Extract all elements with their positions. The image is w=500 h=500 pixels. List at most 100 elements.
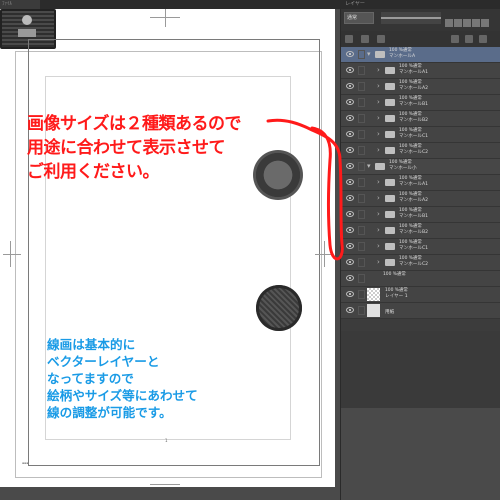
lock-toggle-icon[interactable] (358, 242, 365, 251)
layer-panel: 通常 ▾ 100 %通常 マンホールA › 100 %通常 マンホールA1 › 100 %通常… (341, 9, 500, 408)
chevron-right-icon[interactable]: › (377, 114, 380, 123)
eye-icon[interactable] (346, 67, 354, 73)
new-folder-icon[interactable] (361, 35, 369, 43)
layer-property-bar: 通常 (341, 9, 500, 31)
blend-mode-select[interactable]: 通常 (344, 12, 374, 24)
layer-row[interactable]: › 100 %通常 マンホールC2 (341, 255, 500, 271)
eye-icon[interactable] (346, 211, 354, 217)
reference-icon[interactable] (481, 19, 489, 27)
lock-toggle-icon[interactable] (358, 114, 365, 123)
eye-icon[interactable] (346, 227, 354, 233)
eye-icon[interactable] (346, 307, 354, 313)
paper[interactable]: 1 ▪▪▪ 画像サイズは２種類あるので 用途に合わせて表示させて ご利用ください… (0, 9, 335, 487)
layer-row[interactable]: › 100 %通常 マンホールA2 (341, 79, 500, 95)
lock-toggle-icon[interactable] (358, 66, 365, 75)
layer-row[interactable]: 用紙 (341, 303, 500, 319)
folder-icon (385, 195, 395, 202)
lock-toggle-icon[interactable] (358, 162, 365, 171)
eye-icon[interactable] (346, 179, 354, 185)
delete-layer-icon[interactable] (479, 35, 487, 43)
chevron-down-icon[interactable]: ▾ (367, 162, 371, 171)
chevron-right-icon[interactable]: › (377, 210, 380, 219)
eye-icon[interactable] (346, 243, 354, 249)
layer-row[interactable]: ▾ 100 %通常 マンホール小 (341, 159, 500, 175)
lock-toggle-icon[interactable] (358, 306, 365, 315)
size-note-line: ご利用ください。 (27, 162, 160, 182)
chevron-right-icon[interactable]: › (377, 98, 380, 107)
merge-layer-icon[interactable] (451, 35, 459, 43)
size-note-line: 画像サイズは２種類あるので (27, 114, 242, 134)
lock-toggle-icon[interactable] (358, 290, 365, 299)
layer-row[interactable]: ▾ 100 %通常 マンホールA (341, 47, 500, 63)
eye-icon[interactable] (346, 147, 354, 153)
layer-row[interactable]: › 100 %通常 マンホールC2 (341, 143, 500, 159)
lock-toggle-icon[interactable] (358, 194, 365, 203)
lock-toggle-icon[interactable] (358, 210, 365, 219)
chevron-right-icon[interactable]: › (377, 242, 380, 251)
chevron-right-icon[interactable]: › (377, 146, 380, 155)
layer-row[interactable]: › 100 %通常 マンホールC1 (341, 239, 500, 255)
opacity-slider[interactable] (381, 12, 441, 24)
layer-row[interactable]: 100 %通常 (341, 271, 500, 287)
lineart-note: 線画は基本的に ベクターレイヤーと なってますので 絵柄やサイズ等にあわせて 線… (47, 336, 198, 421)
eye-icon[interactable] (346, 51, 354, 57)
lineart-note-line: なってますので (47, 371, 134, 386)
lock-toggle-icon[interactable] (358, 82, 365, 91)
layer-name: マンホールA2 (399, 86, 429, 91)
folder-icon (385, 115, 395, 122)
lock-toggle-icon[interactable] (358, 178, 365, 187)
eye-icon[interactable] (346, 115, 354, 121)
eye-icon[interactable] (346, 275, 354, 281)
layer-row[interactable]: 100 %通常 レイヤー 1 (341, 287, 500, 303)
folder-icon (385, 227, 395, 234)
lock-toggle-icon[interactable] (358, 146, 365, 155)
layer-row[interactable]: › 100 %通常 マンホールB2 (341, 223, 500, 239)
layer-name: マンホールA1 (399, 182, 429, 187)
layer-row[interactable]: › 100 %通常 マンホールA2 (341, 191, 500, 207)
mask-icon[interactable] (445, 19, 453, 27)
eye-icon[interactable] (346, 163, 354, 169)
chevron-right-icon[interactable]: › (377, 130, 380, 139)
page-number: 1 (165, 438, 168, 443)
layer-name: マンホールC2 (399, 262, 429, 267)
menu-tab[interactable]: ﾌｧｲﾙ (0, 0, 40, 9)
layer-row[interactable]: › 100 %通常 マンホールB1 (341, 207, 500, 223)
eye-icon[interactable] (346, 259, 354, 265)
layer-row[interactable]: › 100 %通常 マンホールB2 (341, 111, 500, 127)
chevron-right-icon[interactable]: › (377, 194, 380, 203)
folder-icon (375, 51, 385, 58)
chevron-right-icon[interactable]: › (377, 226, 380, 235)
chevron-right-icon[interactable]: › (377, 82, 380, 91)
layer-row[interactable]: › 100 %通常 マンホールA1 (341, 63, 500, 79)
layer-row[interactable]: › 100 %通常 マンホールC1 (341, 127, 500, 143)
lock-toggle-icon[interactable] (358, 50, 365, 59)
chevron-right-icon[interactable]: › (377, 66, 380, 75)
ruler-icon[interactable] (454, 19, 462, 27)
canvas-area[interactable]: 1 ▪▪▪ 画像サイズは２種類あるので 用途に合わせて表示させて ご利用ください… (0, 9, 340, 500)
chevron-right-icon[interactable]: › (377, 178, 380, 187)
lock-toggle-icon[interactable] (358, 274, 365, 283)
lock-toggle-icon[interactable] (358, 130, 365, 139)
chevron-down-icon[interactable]: ▾ (367, 50, 371, 59)
copy-layer-icon[interactable] (465, 35, 473, 43)
eye-icon[interactable] (346, 291, 354, 297)
layer-row[interactable]: › 100 %通常 マンホールB1 (341, 95, 500, 111)
lock-toggle-icon[interactable] (358, 98, 365, 107)
eye-icon[interactable] (346, 195, 354, 201)
layer-row[interactable]: › 100 %通常 マンホールA1 (341, 175, 500, 191)
lock-toggle-icon[interactable] (358, 226, 365, 235)
below-panel-area (341, 408, 500, 500)
eye-icon[interactable] (346, 83, 354, 89)
lock-toggle-icon[interactable] (358, 258, 365, 267)
page-mark: ▪▪▪ (22, 461, 29, 465)
palette-icon[interactable] (463, 19, 471, 27)
folder-icon (385, 67, 395, 74)
lineart-note-line: 絵柄やサイズ等にあわせて (47, 388, 198, 403)
eye-icon[interactable] (346, 99, 354, 105)
chevron-right-icon[interactable]: › (377, 258, 380, 267)
new-layer-icon[interactable] (345, 35, 353, 43)
lock-icon[interactable] (472, 19, 480, 27)
layer-name: マンホールA2 (399, 198, 429, 203)
new-vector-layer-icon[interactable] (377, 35, 385, 43)
eye-icon[interactable] (346, 131, 354, 137)
